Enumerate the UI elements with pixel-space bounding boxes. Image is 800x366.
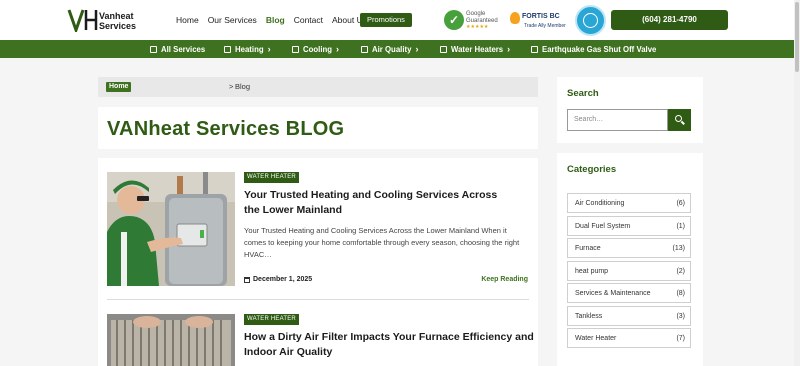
keep-reading-link[interactable]: Keep Reading xyxy=(481,276,528,283)
top-nav: Home Our Services Blog Contact About Us xyxy=(176,15,367,25)
post-title[interactable]: How a Dirty Air Filter Impacts Your Furn… xyxy=(244,330,534,360)
post-title[interactable]: Your Trusted Heating and Cooling Service… xyxy=(244,188,514,218)
category-services-maintenance[interactable]: Services & Maintenance (8) xyxy=(567,283,691,303)
category-name: Air Conditioning xyxy=(575,200,625,207)
checkmark-icon: ✓ xyxy=(444,10,464,30)
nav-all-services[interactable]: All Services xyxy=(150,40,205,58)
blog-post: WATER HEATER Your Trusted Heating and Co… xyxy=(98,158,538,300)
category-name: Tankless xyxy=(575,313,603,320)
breadcrumb-current: Blog xyxy=(235,82,251,91)
category-count: (7) xyxy=(676,335,685,342)
breadcrumb-home-link[interactable]: Home xyxy=(106,82,132,92)
category-name: Dual Fuel System xyxy=(575,223,631,230)
chevron-right-icon: › xyxy=(507,44,511,54)
services-nav-bar: All Services Heating › Cooling › Air Qua… xyxy=(0,40,800,58)
blog-post-list: WATER HEATER Your Trusted Heating and Co… xyxy=(98,158,538,366)
brand-line-1: Vanheat xyxy=(99,11,134,21)
chevron-right-icon: › xyxy=(336,44,340,54)
dirty-air-filter-image xyxy=(107,314,235,366)
search-icon-handle xyxy=(681,120,685,125)
nav-label: Water Heaters xyxy=(451,44,504,54)
category-name: heat pump xyxy=(575,268,609,275)
nav-blog[interactable]: Blog xyxy=(266,15,285,25)
category-count: (13) xyxy=(672,245,685,252)
nav-label: Cooling xyxy=(303,44,333,54)
nav-air-quality[interactable]: Air Quality › xyxy=(361,40,418,58)
category-count: (6) xyxy=(676,200,685,207)
breadcrumb-separator: > xyxy=(229,82,234,91)
nav-heating[interactable]: Heating › xyxy=(224,40,271,58)
nav-water-heaters[interactable]: Water Heaters › xyxy=(440,40,510,58)
nav-label: Air Quality xyxy=(372,44,412,54)
flame-icon xyxy=(510,12,520,24)
nav-cooling[interactable]: Cooling › xyxy=(292,40,339,58)
water-heater-icon xyxy=(440,45,447,53)
seal-inner-ring xyxy=(583,13,598,28)
page-title-box: VANheat Services BLOG xyxy=(98,107,538,149)
nav-label: All Services xyxy=(161,44,206,54)
nav-home[interactable]: Home xyxy=(176,15,199,25)
technician-water-heater-image xyxy=(107,172,235,286)
nav-earthquake-valve[interactable]: Earthquake Gas Shut Off Valve xyxy=(531,40,656,58)
category-name: Services & Maintenance xyxy=(575,290,651,297)
nav-label: Earthquake Gas Shut Off Valve xyxy=(542,44,657,54)
chevron-right-icon: › xyxy=(267,44,271,54)
post-excerpt: Your Trusted Heating and Cooling Service… xyxy=(244,226,520,259)
breadcrumb: Home > Blog xyxy=(98,77,538,97)
calendar-icon xyxy=(244,276,250,283)
phone-button[interactable]: (604) 281-4790 xyxy=(611,10,728,30)
category-count: (1) xyxy=(676,223,685,230)
post-date: December 1, 2025 xyxy=(244,276,312,283)
site-header: Vanheat Services Home Our Services Blog … xyxy=(0,0,800,40)
category-count: (2) xyxy=(676,268,685,275)
post-thumbnail[interactable] xyxy=(107,314,235,366)
post-thumbnail[interactable] xyxy=(107,172,235,286)
category-air-conditioning[interactable]: Air Conditioning (6) xyxy=(567,193,691,213)
promotions-button[interactable]: Promotions xyxy=(360,13,412,27)
ac-unit-icon xyxy=(292,45,299,53)
category-count: (8) xyxy=(676,290,685,297)
search-button[interactable] xyxy=(668,109,691,131)
categories-widget: Categories Air Conditioning (6) Dual Fue… xyxy=(557,153,703,366)
search-widget: Search Search… xyxy=(557,77,703,143)
nav-our-services[interactable]: Our Services xyxy=(208,15,257,25)
post-date-text: December 1, 2025 xyxy=(253,276,313,283)
valve-icon xyxy=(531,45,538,53)
category-furnace[interactable]: Furnace (13) xyxy=(567,238,691,258)
logo-mark-icon xyxy=(67,9,98,32)
heater-icon xyxy=(224,45,231,53)
fortis-subtitle: Trade Ally Member xyxy=(524,23,566,29)
nav-contact[interactable]: Contact xyxy=(294,15,323,25)
fortis-name: FORTIS BC xyxy=(522,13,560,20)
category-tag[interactable]: WATER HEATER xyxy=(244,314,299,325)
categories-heading: Categories xyxy=(567,164,617,175)
chevron-right-icon: › xyxy=(415,44,419,54)
nav-label: Heating xyxy=(235,44,264,54)
category-count: (3) xyxy=(676,313,685,320)
certification-seal-icon[interactable] xyxy=(575,5,606,36)
logo-brand-text: Vanheat Services xyxy=(99,11,136,31)
category-water-heater[interactable]: Water Heater (7) xyxy=(567,328,691,348)
site-logo[interactable]: Vanheat Services xyxy=(67,8,147,32)
category-tankless[interactable]: Tankless (3) xyxy=(567,306,691,326)
grid-icon xyxy=(150,45,157,53)
blog-post: WATER HEATER How a Dirty Air Filter Impa… xyxy=(98,300,538,366)
page-scrollbar[interactable] xyxy=(794,0,800,366)
google-guaranteed-badge[interactable]: ✓ Google Guaranteed ★★★★★ xyxy=(444,10,504,30)
search-heading: Search xyxy=(567,88,599,99)
category-heat-pump[interactable]: heat pump (2) xyxy=(567,261,691,281)
category-name: Furnace xyxy=(575,245,601,252)
category-tag[interactable]: WATER HEATER xyxy=(244,172,299,183)
category-name: Water Heater xyxy=(575,335,617,342)
rating-stars: ★★★★★ xyxy=(466,24,489,30)
fortisbc-badge[interactable]: FORTIS BC Trade Ally Member xyxy=(510,10,568,32)
scrollbar-thumb[interactable] xyxy=(795,2,799,72)
page-title: VANheat Services BLOG xyxy=(107,118,345,140)
category-dual-fuel-system[interactable]: Dual Fuel System (1) xyxy=(567,216,691,236)
search-input[interactable]: Search… xyxy=(567,109,668,131)
brand-line-2: Services xyxy=(99,21,137,31)
google-badge-text: Google Guaranteed ★★★★★ xyxy=(466,11,498,31)
air-filter-icon xyxy=(361,45,368,53)
